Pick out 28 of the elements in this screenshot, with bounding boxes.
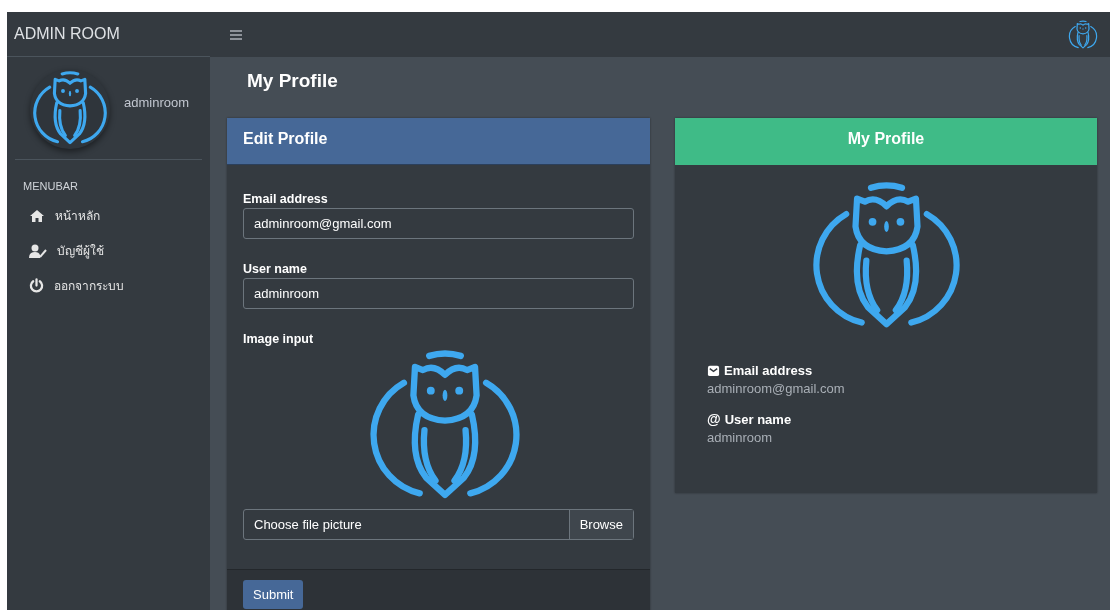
home-icon bbox=[29, 208, 45, 223]
file-placeholder: Choose file picture bbox=[253, 516, 363, 534]
field-label: User name bbox=[243, 262, 307, 277]
nav-item[interactable]: หน้าหลัก bbox=[7, 198, 100, 233]
card-title: Edit Profile bbox=[227, 118, 650, 165]
user-name: adminroom bbox=[124, 94, 190, 110]
user-pen-icon bbox=[29, 243, 47, 258]
menu-icon[interactable] bbox=[230, 29, 242, 40]
owl-icon bbox=[1068, 19, 1098, 50]
envelope-icon bbox=[707, 364, 720, 377]
nav-item[interactable]: ออกจากระบบ bbox=[7, 268, 124, 303]
power-icon bbox=[29, 278, 44, 293]
page-title: My Profile bbox=[246, 69, 339, 93]
detail-value: adminroom@gmail.com bbox=[707, 381, 845, 396]
input-field[interactable]: adminroom@gmail.com bbox=[243, 208, 634, 239]
field-label: Email address bbox=[243, 192, 328, 207]
file-input[interactable]: Choose file picture Browse bbox=[243, 509, 634, 540]
detail-value: adminroom bbox=[707, 430, 773, 445]
nav-item[interactable]: บัญชีผู้ใช้ bbox=[7, 233, 104, 268]
detail-label: Email address bbox=[724, 363, 813, 378]
field-label: Image input bbox=[243, 332, 314, 347]
submit-button[interactable]: Submit bbox=[243, 580, 304, 609]
input-field[interactable]: adminroom bbox=[243, 278, 634, 309]
detail-label: User name bbox=[724, 411, 792, 427]
at-sign-icon: @ bbox=[707, 411, 721, 427]
browse-button[interactable]: Browse bbox=[568, 510, 633, 539]
menu-heading: MENUBAR bbox=[22, 179, 79, 194]
card-title: My Profile bbox=[675, 118, 1097, 165]
